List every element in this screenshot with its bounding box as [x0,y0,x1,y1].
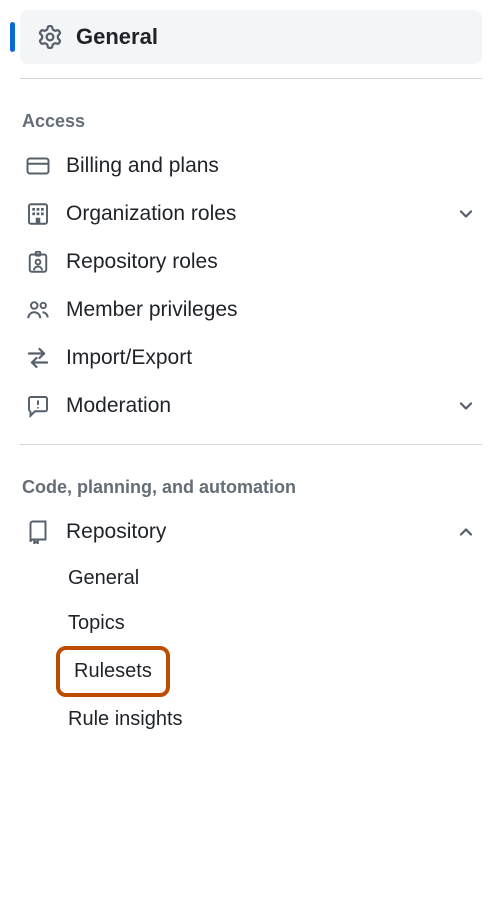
sidebar-subitem-rulesets[interactable]: Rulesets [56,646,170,697]
chevron-up-icon [456,522,476,542]
section-heading-access: Access [20,93,482,142]
sidebar-item-label: General [76,24,158,50]
sidebar-item-label: Billing and plans [66,154,476,178]
sidebar-item-billing[interactable]: Billing and plans [20,142,482,190]
sidebar-item-organization-roles[interactable]: Organization roles [20,190,482,238]
sidebar-subitem-label: Topics [68,612,125,634]
repository-subitems: General Topics Rulesets Rule insights [20,556,482,742]
sidebar-item-label: Organization roles [66,202,456,226]
section-heading-code: Code, planning, and automation [20,459,482,508]
sidebar-item-label: Repository [66,520,456,544]
chevron-down-icon [456,396,476,416]
divider [20,444,482,445]
sidebar-item-label: Member privileges [66,298,476,322]
credit-card-icon [26,154,50,178]
organization-icon [26,202,50,226]
sidebar-subitem-topics[interactable]: Topics [60,601,482,646]
sidebar-item-repository-roles[interactable]: Repository roles [20,238,482,286]
id-badge-icon [26,250,50,274]
sidebar-subitem-rule-insights[interactable]: Rule insights [60,697,482,742]
sidebar-subitem-label: General [68,567,139,589]
report-icon [26,394,50,418]
arrows-swap-icon [26,346,50,370]
sidebar-subitem-label: Rule insights [68,708,183,730]
sidebar-item-label: Import/Export [66,346,476,370]
sidebar-item-import-export[interactable]: Import/Export [20,334,482,382]
sidebar-subitem-label: Rulesets [74,660,152,682]
gear-icon [38,25,62,49]
chevron-down-icon [456,204,476,224]
sidebar-item-general[interactable]: General [20,10,482,64]
people-icon [26,298,50,322]
sidebar-item-label: Moderation [66,394,456,418]
sidebar-item-moderation[interactable]: Moderation [20,382,482,430]
sidebar-item-label: Repository roles [66,250,476,274]
sidebar-item-member-privileges[interactable]: Member privileges [20,286,482,334]
repo-icon [26,520,50,544]
sidebar-subitem-general[interactable]: General [60,556,482,601]
sidebar-item-repository[interactable]: Repository [20,508,482,556]
divider [20,78,482,79]
